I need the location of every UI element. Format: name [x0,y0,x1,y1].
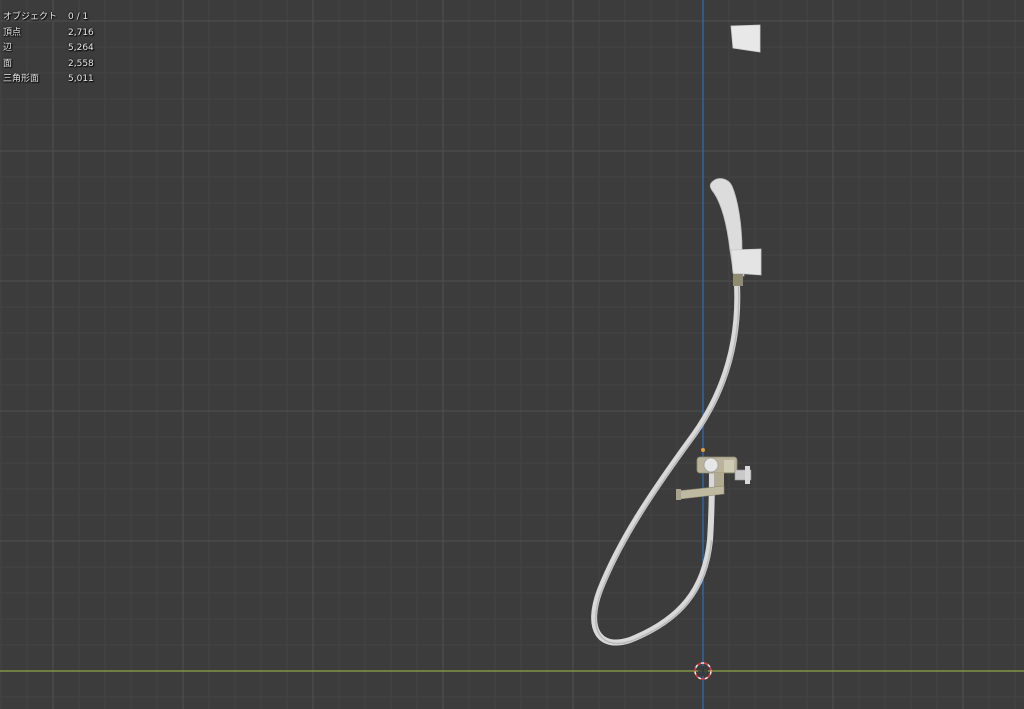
stat-label: 三角形面 [3,74,40,84]
hose-connector [733,274,743,286]
object-origin [701,448,705,452]
stat-row: 辺 5,264 [3,41,94,57]
stat-label: オブジェクト [3,12,58,22]
stat-row: オブジェクト 0 / 1 [3,10,94,26]
major-grid [0,0,1024,709]
stat-value: 5,264 [68,43,94,53]
stat-value: 5,011 [68,74,94,84]
shower-holder-bracket [730,248,762,276]
stat-value: 2,716 [68,27,94,38]
stat-label: 頂点 [3,27,22,38]
stat-label: 辺 [3,43,13,53]
wall-bracket-top [730,24,761,53]
stat-label: 面 [3,58,13,69]
viewport-canvas[interactable] [0,0,1024,709]
statistics-overlay: オブジェクト 0 / 1 頂点 2,716 辺 5,264 面 2,558 三角形面 5,011 [3,10,94,88]
3d-viewport[interactable]: オブジェクト 0 / 1 頂点 2,716 辺 5,264 面 2,558 三角形面 5,011 [0,0,1024,709]
stat-row: 面 2,558 [3,57,94,73]
minor-grid [0,0,1024,709]
stat-value: 0 / 1 [68,12,89,22]
stat-value: 2,558 [68,58,94,69]
stat-row: 三角形面 5,011 [3,72,94,88]
stat-row: 頂点 2,716 [3,26,94,42]
